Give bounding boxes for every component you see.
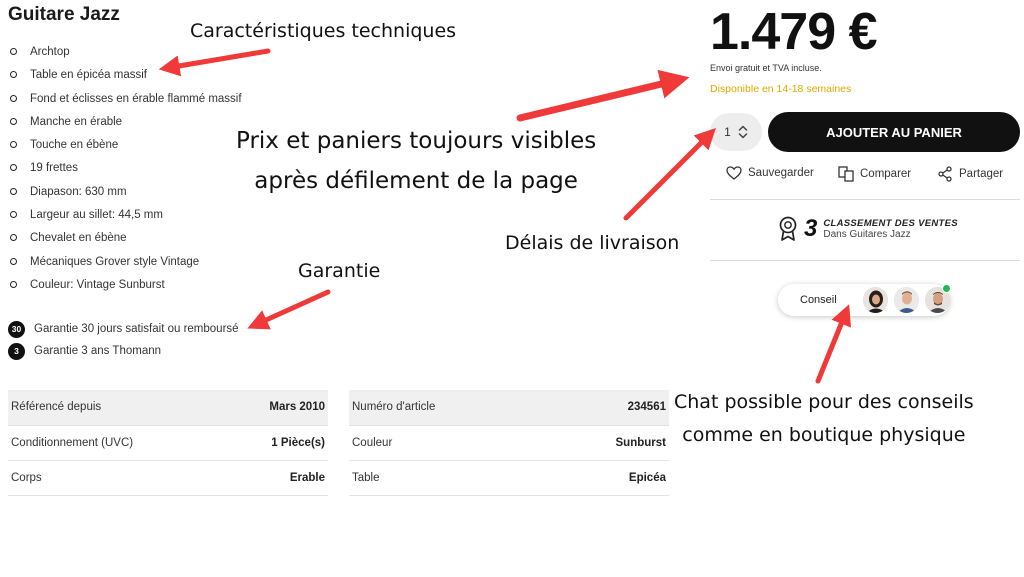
divider <box>710 199 1020 200</box>
feature-item: 19 frettes <box>10 160 242 183</box>
bullet-icon <box>10 141 17 149</box>
bullet-icon <box>10 280 17 288</box>
avatar <box>863 287 889 313</box>
ranking-text: CLASSEMENT DES VENTES Dans Guitares Jazz <box>823 218 958 240</box>
quantity-value: 1 <box>724 125 731 139</box>
add-to-cart-button[interactable]: AJOUTER AU PANIER <box>768 112 1020 152</box>
chevron-up-down-icon <box>738 125 748 139</box>
guarantee-item-30-days[interactable]: 30 Garantie 30 jours satisfait ou rembou… <box>8 318 239 340</box>
table-row: Numéro d'article 234561 <box>349 390 669 426</box>
price: 1.479 € <box>710 3 877 61</box>
divider <box>710 260 1020 261</box>
annotation-delivery: Délais de livraison <box>505 232 680 254</box>
compare-button[interactable]: Comparer <box>838 166 911 182</box>
share-label: Partager <box>959 168 1004 180</box>
bullet-icon <box>10 164 17 172</box>
annotation-price-line: Prix et paniers toujours visibles <box>236 128 597 154</box>
spec-label: Corps <box>8 460 225 496</box>
arrow-guarantee <box>247 289 331 330</box>
chat-label: Conseil <box>800 294 837 306</box>
guarantee-30-badge-icon: 30 <box>8 320 25 338</box>
online-status-indicator <box>942 284 951 293</box>
guarantee-3-badge-icon: 3 <box>8 342 25 360</box>
ranking-number: 3 <box>804 215 818 242</box>
compare-label: Comparer <box>860 168 912 180</box>
table-row: Corps Erable <box>8 460 328 496</box>
spec-value: Mars 2010 <box>224 390 328 426</box>
feature-item: Largeur au sillet: 44,5 mm <box>10 207 242 230</box>
feature-item: Manche en érable <box>10 114 242 137</box>
product-title: Guitare Jazz <box>8 4 120 25</box>
price-note: Envoi gratuit et TVA incluse. <box>710 63 822 73</box>
save-label: Sauvegarder <box>748 167 814 179</box>
availability-status: Disponible en 14-18 semaines <box>710 83 852 95</box>
avatar <box>894 287 920 313</box>
annotation-guarantee: Garantie <box>298 260 381 282</box>
bullet-icon <box>10 94 17 102</box>
bullet-icon <box>10 187 17 195</box>
arrow-price <box>516 69 690 122</box>
ranking-subtitle: Dans Guitares Jazz <box>823 229 911 240</box>
bullet-icon <box>10 234 17 242</box>
spec-label: Couleur <box>349 425 546 461</box>
feature-item: Diapason: 630 mm <box>10 184 242 207</box>
annotation-chat-line: Chat possible pour des conseils <box>674 391 974 413</box>
quantity-stepper[interactable]: 1 <box>710 113 762 151</box>
table-row: Référencé depuis Mars 2010 <box>8 390 328 426</box>
feature-list: Archtop Table en épicéa massif Fond et é… <box>10 44 242 300</box>
spec-label: Conditionnement (UVC) <box>8 425 225 461</box>
table-row: Couleur Sunburst <box>349 425 669 461</box>
spec-value: Epicéa <box>545 460 669 496</box>
bullet-icon <box>10 117 17 125</box>
guarantee-label: Garantie 30 jours satisfait ou remboursé <box>34 323 239 335</box>
annotation-price: Prix et paniers toujours visibles après … <box>236 121 596 201</box>
spec-value: 234561 <box>545 390 669 426</box>
save-button[interactable]: Sauvegarder <box>726 166 814 180</box>
feature-item: Archtop <box>10 44 242 67</box>
spec-label: Numéro d'article <box>349 390 546 426</box>
share-button[interactable]: Partager <box>937 166 1003 182</box>
ranking-title: CLASSEMENT DES VENTES <box>823 218 958 229</box>
feature-item: Chevalet en ébène <box>10 230 242 253</box>
arrow-delivery <box>623 128 716 221</box>
table-row: Table Epicéa <box>349 460 669 496</box>
spec-value: Sunburst <box>545 425 669 461</box>
sales-ranking[interactable]: 3 CLASSEMENT DES VENTES Dans Guitares Ja… <box>778 215 958 243</box>
heart-icon <box>726 166 742 180</box>
table-row: Conditionnement (UVC) 1 Pièce(s) <box>8 425 328 461</box>
spec-label: Référencé depuis <box>8 390 225 426</box>
guarantee-label: Garantie 3 ans Thomann <box>34 345 162 357</box>
spec-value: Erable <box>224 460 328 496</box>
bullet-icon <box>10 211 17 219</box>
feature-item: Fond et éclisses en érable flammé massif <box>10 91 242 114</box>
annotation-chat-line: comme en boutique physique <box>682 424 966 446</box>
bullet-icon <box>10 48 17 55</box>
advice-chat-button[interactable]: Conseil <box>778 284 951 316</box>
feature-item: Couleur: Vintage Sunburst <box>10 277 242 300</box>
annotation-chat: Chat possible pour des conseils comme en… <box>674 386 974 452</box>
feature-item: Mécaniques Grover style Vintage <box>10 254 242 277</box>
bullet-icon <box>10 71 17 79</box>
guarantee-list: 30 Garantie 30 jours satisfait ou rembou… <box>8 318 239 362</box>
compare-icon <box>838 166 854 182</box>
arrow-chat <box>815 304 851 384</box>
feature-item: Touche en ébène <box>10 137 242 160</box>
feature-item: Table en épicéa massif <box>10 67 242 90</box>
award-ribbon-icon <box>779 216 797 241</box>
spec-table-right: Numéro d'article 234561 Couleur Sunburst T… <box>349 390 669 496</box>
bullet-icon <box>10 257 17 265</box>
guarantee-item-3-years[interactable]: 3 Garantie 3 ans Thomann <box>8 340 239 362</box>
annotation-price-line: après défilement de la page <box>254 168 578 194</box>
annotation-tech-specs: Caractéristiques techniques <box>190 20 457 42</box>
spec-value: 1 Pièce(s) <box>224 425 328 461</box>
share-icon <box>938 166 952 182</box>
spec-label: Table <box>349 460 546 496</box>
spec-table-left: Référencé depuis Mars 2010 Conditionnemen… <box>8 390 328 496</box>
